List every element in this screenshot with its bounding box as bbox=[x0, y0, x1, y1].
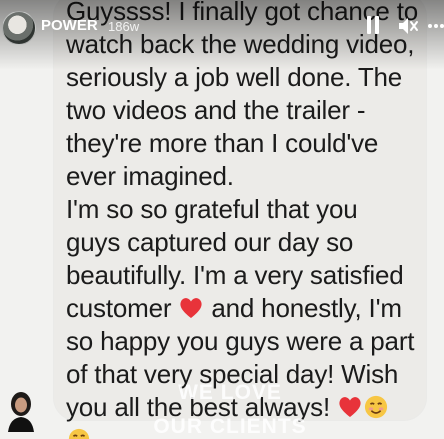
post-age: 186w bbox=[108, 19, 140, 34]
watermark-line-1: WE LOVE bbox=[178, 381, 282, 404]
header-shade bbox=[0, 0, 444, 70]
watermark-line-2: OUR CLIENTS bbox=[153, 415, 307, 438]
page-name[interactable]: POWER bbox=[41, 17, 98, 34]
hugging-face-emoji-icon bbox=[68, 428, 90, 439]
more-options-icon[interactable] bbox=[428, 24, 444, 28]
page-avatar[interactable] bbox=[2, 11, 36, 45]
smiling-face-emoji-icon bbox=[364, 395, 388, 419]
red-heart-emoji-icon bbox=[180, 298, 202, 318]
story-viewer: Guyssss! I finally got chance to watch b… bbox=[0, 0, 444, 439]
red-heart-emoji-icon bbox=[339, 397, 361, 417]
pause-icon[interactable] bbox=[366, 16, 380, 34]
mute-icon[interactable] bbox=[397, 16, 419, 36]
viewer-avatar[interactable] bbox=[4, 388, 38, 432]
watermark: WE LOVE OUR CLIENTS bbox=[120, 376, 340, 439]
